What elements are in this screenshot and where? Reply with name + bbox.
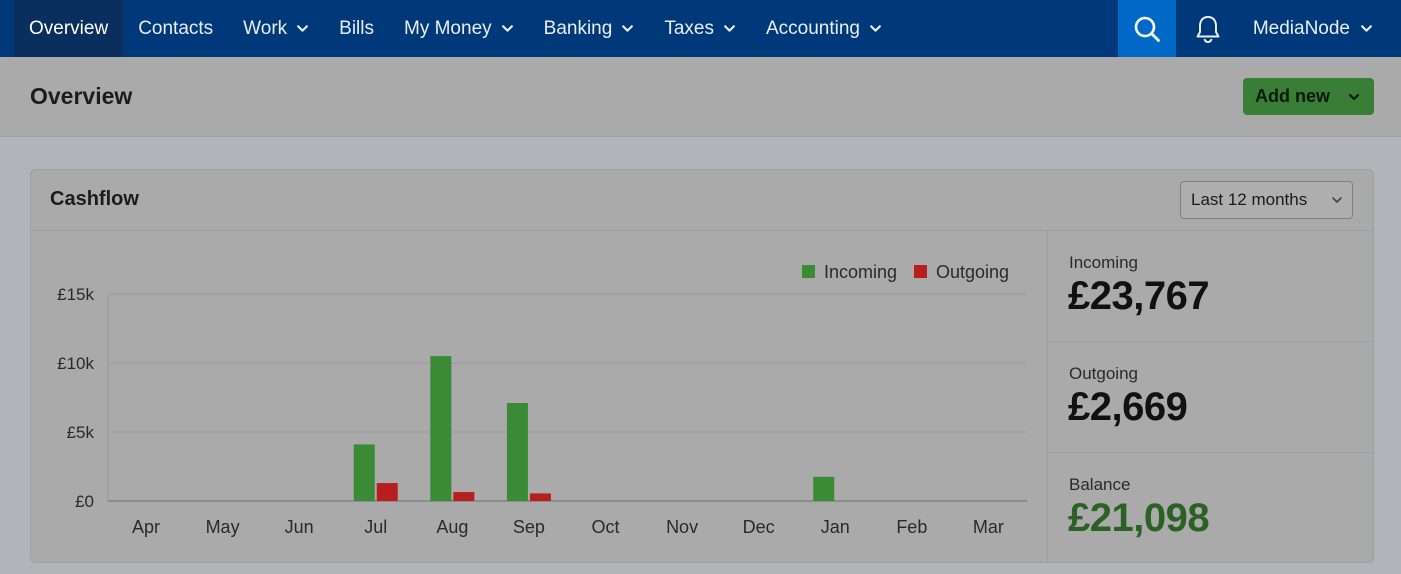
nav-item-label: My Money: [404, 17, 492, 39]
cashflow-stats: Incoming £23,767 Outgoing £2,669 Balance…: [1048, 231, 1373, 562]
legend-incoming-label: Incoming: [824, 262, 897, 282]
balance-value: £21,098: [1068, 496, 1210, 540]
outgoing-value: £2,669: [1068, 385, 1188, 429]
y-tick-label: £5k: [67, 423, 95, 442]
nav-item-label: Contacts: [138, 17, 214, 39]
y-tick-label: £0: [75, 492, 94, 511]
x-tick-label: Jan: [821, 517, 850, 537]
period-select[interactable]: Last 12 months: [1180, 181, 1353, 219]
notifications-button[interactable]: [1176, 0, 1240, 57]
outgoing-label: Outgoing: [1069, 364, 1138, 383]
chevron-down-icon: [1348, 93, 1360, 101]
search-button[interactable]: [1117, 0, 1176, 57]
x-tick-label: Jul: [364, 517, 387, 537]
incoming-bar: [353, 444, 375, 501]
y-tick-label: £10k: [57, 354, 94, 373]
incoming-value: £23,767: [1068, 274, 1210, 318]
x-tick-label: Apr: [132, 517, 160, 537]
nav-item-taxes[interactable]: Taxes: [649, 0, 751, 57]
nav-item-label: Taxes: [664, 17, 714, 39]
incoming-label: Incoming: [1069, 253, 1138, 272]
nav-menu: Overview Contacts Work Bills My Money Banking…: [0, 0, 897, 57]
nav-item-label: Banking: [543, 17, 613, 39]
nav-item-label: Overview: [29, 17, 109, 39]
x-tick-label: Mar: [973, 517, 1004, 537]
search-icon: [1134, 16, 1160, 42]
nav-item-accounting[interactable]: Accounting: [751, 0, 897, 57]
balance-label: Balance: [1069, 475, 1131, 494]
chevron-down-icon: [1332, 197, 1342, 203]
y-tick-label: £15k: [57, 285, 94, 304]
x-tick-label: May: [206, 517, 240, 537]
outgoing-bar: [376, 483, 398, 501]
cashflow-chart: £0 £5k £10k £15k Apr May Jun Jul Aug Sep Oct Nov Dec…: [57, 262, 1027, 537]
nav-item-bills[interactable]: Bills: [324, 0, 389, 57]
outgoing-bar: [529, 493, 551, 501]
chevron-down-icon: [622, 25, 634, 32]
cashflow-card: Cashflow Last 12 months £0 £5k £10k £15k Apr…: [30, 169, 1374, 563]
nav-item-contacts[interactable]: Contacts: [123, 0, 228, 57]
legend-outgoing-swatch: [914, 265, 927, 278]
add-new-label: Add new: [1255, 86, 1330, 106]
page-header: Overview Add new: [0, 57, 1401, 137]
outgoing-bar: [453, 492, 475, 501]
nav-item-label: Work: [243, 17, 288, 39]
x-tick-label: Nov: [666, 517, 698, 537]
account-name: MediaNode: [1252, 17, 1350, 39]
account-menu[interactable]: MediaNode: [1240, 0, 1401, 57]
cashflow-header: Cashflow Last 12 months: [31, 170, 1373, 231]
x-tick-label: Oct: [591, 517, 619, 537]
nav-item-work[interactable]: Work: [228, 0, 324, 57]
x-tick-label: Dec: [743, 517, 775, 537]
balance-stat: Balance £21,098: [1048, 453, 1373, 562]
incoming-bar: [506, 403, 528, 501]
chevron-down-icon: [870, 25, 881, 32]
chevron-down-icon: [1361, 25, 1372, 32]
legend-outgoing-label: Outgoing: [936, 262, 1009, 282]
nav-item-banking[interactable]: Banking: [529, 0, 650, 57]
top-nav: Overview Contacts Work Bills My Money Banking…: [0, 0, 1401, 57]
nav-item-my-money[interactable]: My Money: [389, 0, 529, 57]
cashflow-title: Cashflow: [50, 188, 139, 210]
chevron-down-icon: [724, 25, 735, 32]
incoming-stat: Incoming £23,767: [1048, 231, 1373, 342]
add-new-button[interactable]: Add new: [1243, 78, 1374, 115]
period-select-value: Last 12 months: [1191, 190, 1308, 209]
x-tick-label: Aug: [436, 517, 468, 537]
nav-item-label: Bills: [339, 17, 374, 39]
outgoing-stat: Outgoing £2,669: [1048, 342, 1373, 453]
bell-icon: [1196, 15, 1220, 43]
x-tick-label: Jun: [285, 517, 314, 537]
chevron-down-icon: [297, 25, 309, 32]
incoming-bar: [813, 476, 835, 501]
x-tick-label: Sep: [513, 517, 545, 537]
incoming-bar: [430, 356, 452, 501]
x-tick-label: Feb: [896, 517, 927, 537]
nav-item-overview[interactable]: Overview: [14, 0, 124, 57]
page-title: Overview: [30, 83, 133, 109]
nav-right: MediaNode: [1117, 0, 1401, 57]
legend-incoming-swatch: [802, 265, 815, 278]
nav-item-label: Accounting: [765, 17, 860, 39]
cashflow-chart-area: £0 £5k £10k £15k Apr May Jun Jul Aug Sep Oct Nov Dec…: [31, 231, 1048, 562]
chevron-down-icon: [501, 25, 513, 32]
